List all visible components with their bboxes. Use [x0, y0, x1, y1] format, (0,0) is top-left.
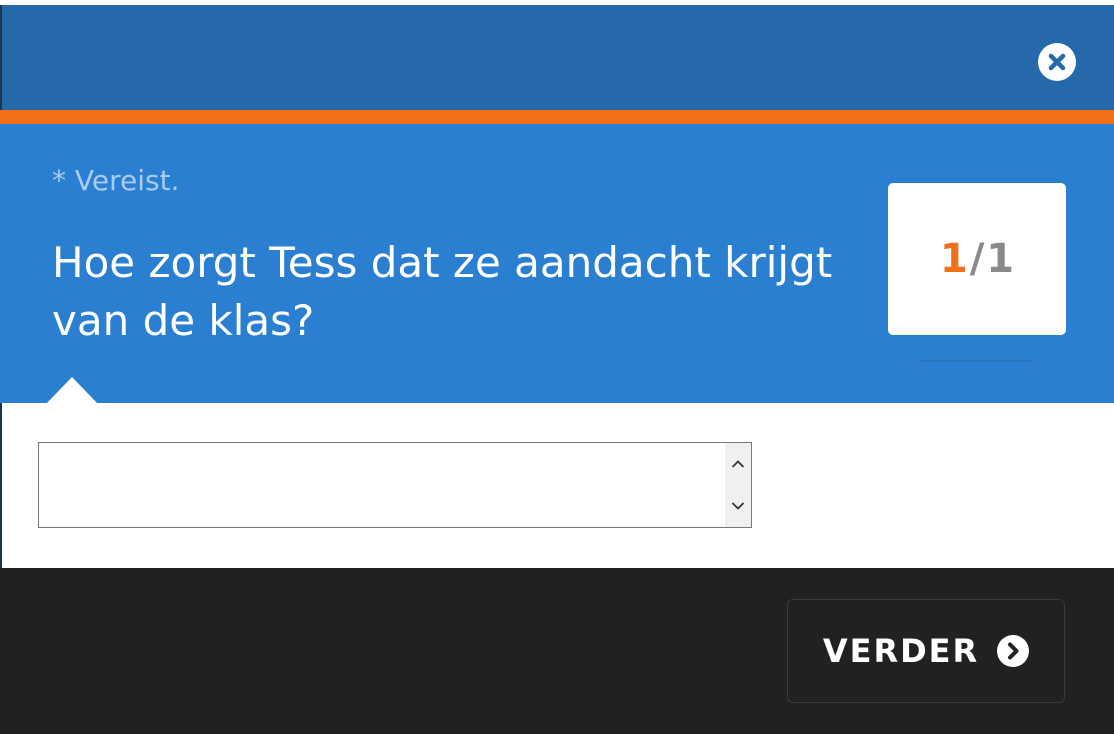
next-button-label: VERDER — [822, 632, 980, 670]
question-panel: * Vereist. Hoe zorgt Tess dat ze aandach… — [0, 124, 1114, 403]
survey-dialog: * Vereist. Hoe zorgt Tess dat ze aandach… — [0, 0, 1114, 734]
close-icon — [1048, 53, 1066, 71]
counter-total: 1 — [986, 236, 1015, 282]
spinner-down-button[interactable] — [725, 485, 751, 527]
counter-current: 1 — [939, 236, 968, 282]
number-spinner — [725, 443, 751, 527]
dialog-header — [0, 5, 1114, 110]
question-counter: 1/1 — [888, 183, 1066, 335]
chevron-up-icon — [731, 460, 745, 468]
accent-bar — [0, 110, 1114, 124]
panel-pointer — [46, 377, 98, 404]
answer-number-input — [38, 442, 752, 528]
counter-separator: / — [969, 236, 985, 282]
question-text: Hoe zorgt Tess dat ze aandacht krijgt va… — [52, 238, 833, 345]
spinner-up-button[interactable] — [725, 443, 751, 485]
answer-input[interactable] — [39, 443, 725, 527]
dialog-footer: VERDER — [0, 568, 1114, 734]
required-note: * Vereist. — [52, 164, 180, 197]
chevron-down-icon — [731, 502, 745, 510]
close-button[interactable] — [1038, 43, 1076, 81]
chevron-right-circle-icon — [997, 635, 1030, 667]
counter-underline — [920, 360, 1032, 362]
next-button[interactable]: VERDER — [787, 599, 1065, 703]
